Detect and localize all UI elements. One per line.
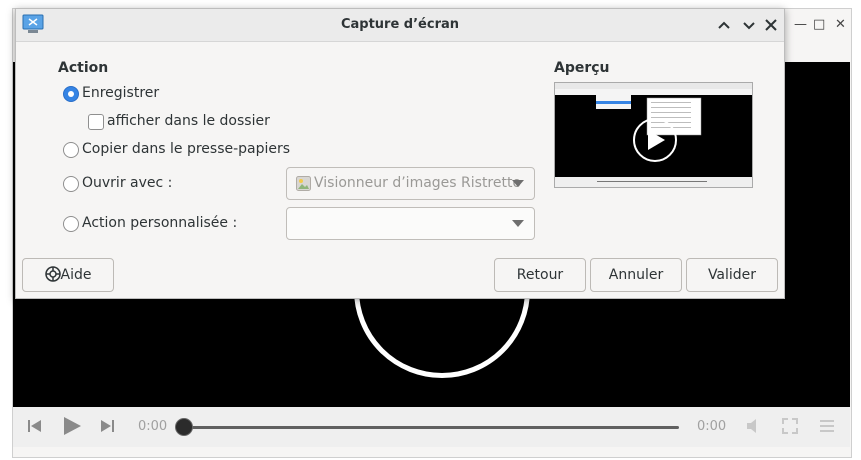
show-in-folder-checkbox[interactable] <box>88 114 104 130</box>
volume-icon[interactable] <box>746 418 764 434</box>
save-label[interactable]: Enregistrer <box>82 85 159 101</box>
chevron-down-icon <box>512 180 524 187</box>
help-icon <box>44 266 61 282</box>
chevron-down-icon <box>512 220 524 227</box>
maximize-icon[interactable]: □ <box>813 17 825 32</box>
open-with-value: Visionneur d’images Ristretto <box>314 175 522 191</box>
back-button[interactable]: Retour <box>494 258 586 292</box>
dialog-close-icon[interactable] <box>761 15 781 35</box>
minimize-icon[interactable]: — <box>794 17 807 32</box>
titlebar: Capture d’écran <box>16 9 784 42</box>
image-viewer-icon <box>296 176 311 191</box>
help-label: Aide <box>60 267 92 283</box>
time-current: 0:00 <box>138 419 168 434</box>
cancel-button[interactable]: Annuler <box>590 258 682 292</box>
expand-icon[interactable] <box>739 15 759 35</box>
preview-image <box>555 83 752 187</box>
skip-back-icon[interactable] <box>27 418 43 434</box>
open-with-radio[interactable] <box>63 176 79 192</box>
copy-radio[interactable] <box>63 142 79 158</box>
custom-action-label[interactable]: Action personnalisée : <box>82 215 237 231</box>
collapse-icon[interactable] <box>714 15 734 35</box>
close-icon[interactable]: ✕ <box>835 17 846 32</box>
play-icon[interactable] <box>61 415 83 437</box>
show-in-folder-label[interactable]: afficher dans le dossier <box>107 113 270 129</box>
open-with-label[interactable]: Ouvrir avec : <box>82 175 172 191</box>
dialog-title: Capture d’écran <box>340 17 460 32</box>
screenshot-dialog: Capture d’écran Action Enregistrer affic… <box>15 8 785 299</box>
player-controls: 0:00 0:00 <box>13 407 850 447</box>
ok-button[interactable]: Valider <box>686 258 778 292</box>
seek-knob[interactable] <box>175 418 193 436</box>
custom-action-combo[interactable] <box>286 207 535 240</box>
preview-thumbnail <box>554 82 753 188</box>
time-total: 0:00 <box>697 419 727 434</box>
save-radio[interactable] <box>63 86 79 102</box>
preview-heading: Aperçu <box>554 60 610 76</box>
action-heading: Action <box>58 60 109 76</box>
open-with-combo[interactable]: Visionneur d’images Ristretto <box>286 167 535 200</box>
fullscreen-icon[interactable] <box>782 418 798 434</box>
playlist-icon[interactable] <box>819 418 835 434</box>
help-button[interactable]: Aide <box>22 258 114 292</box>
skip-forward-icon[interactable] <box>99 418 115 434</box>
custom-action-radio[interactable] <box>63 216 79 232</box>
seek-bar[interactable] <box>185 426 679 429</box>
copy-label[interactable]: Copier dans le presse-papiers <box>82 141 290 157</box>
